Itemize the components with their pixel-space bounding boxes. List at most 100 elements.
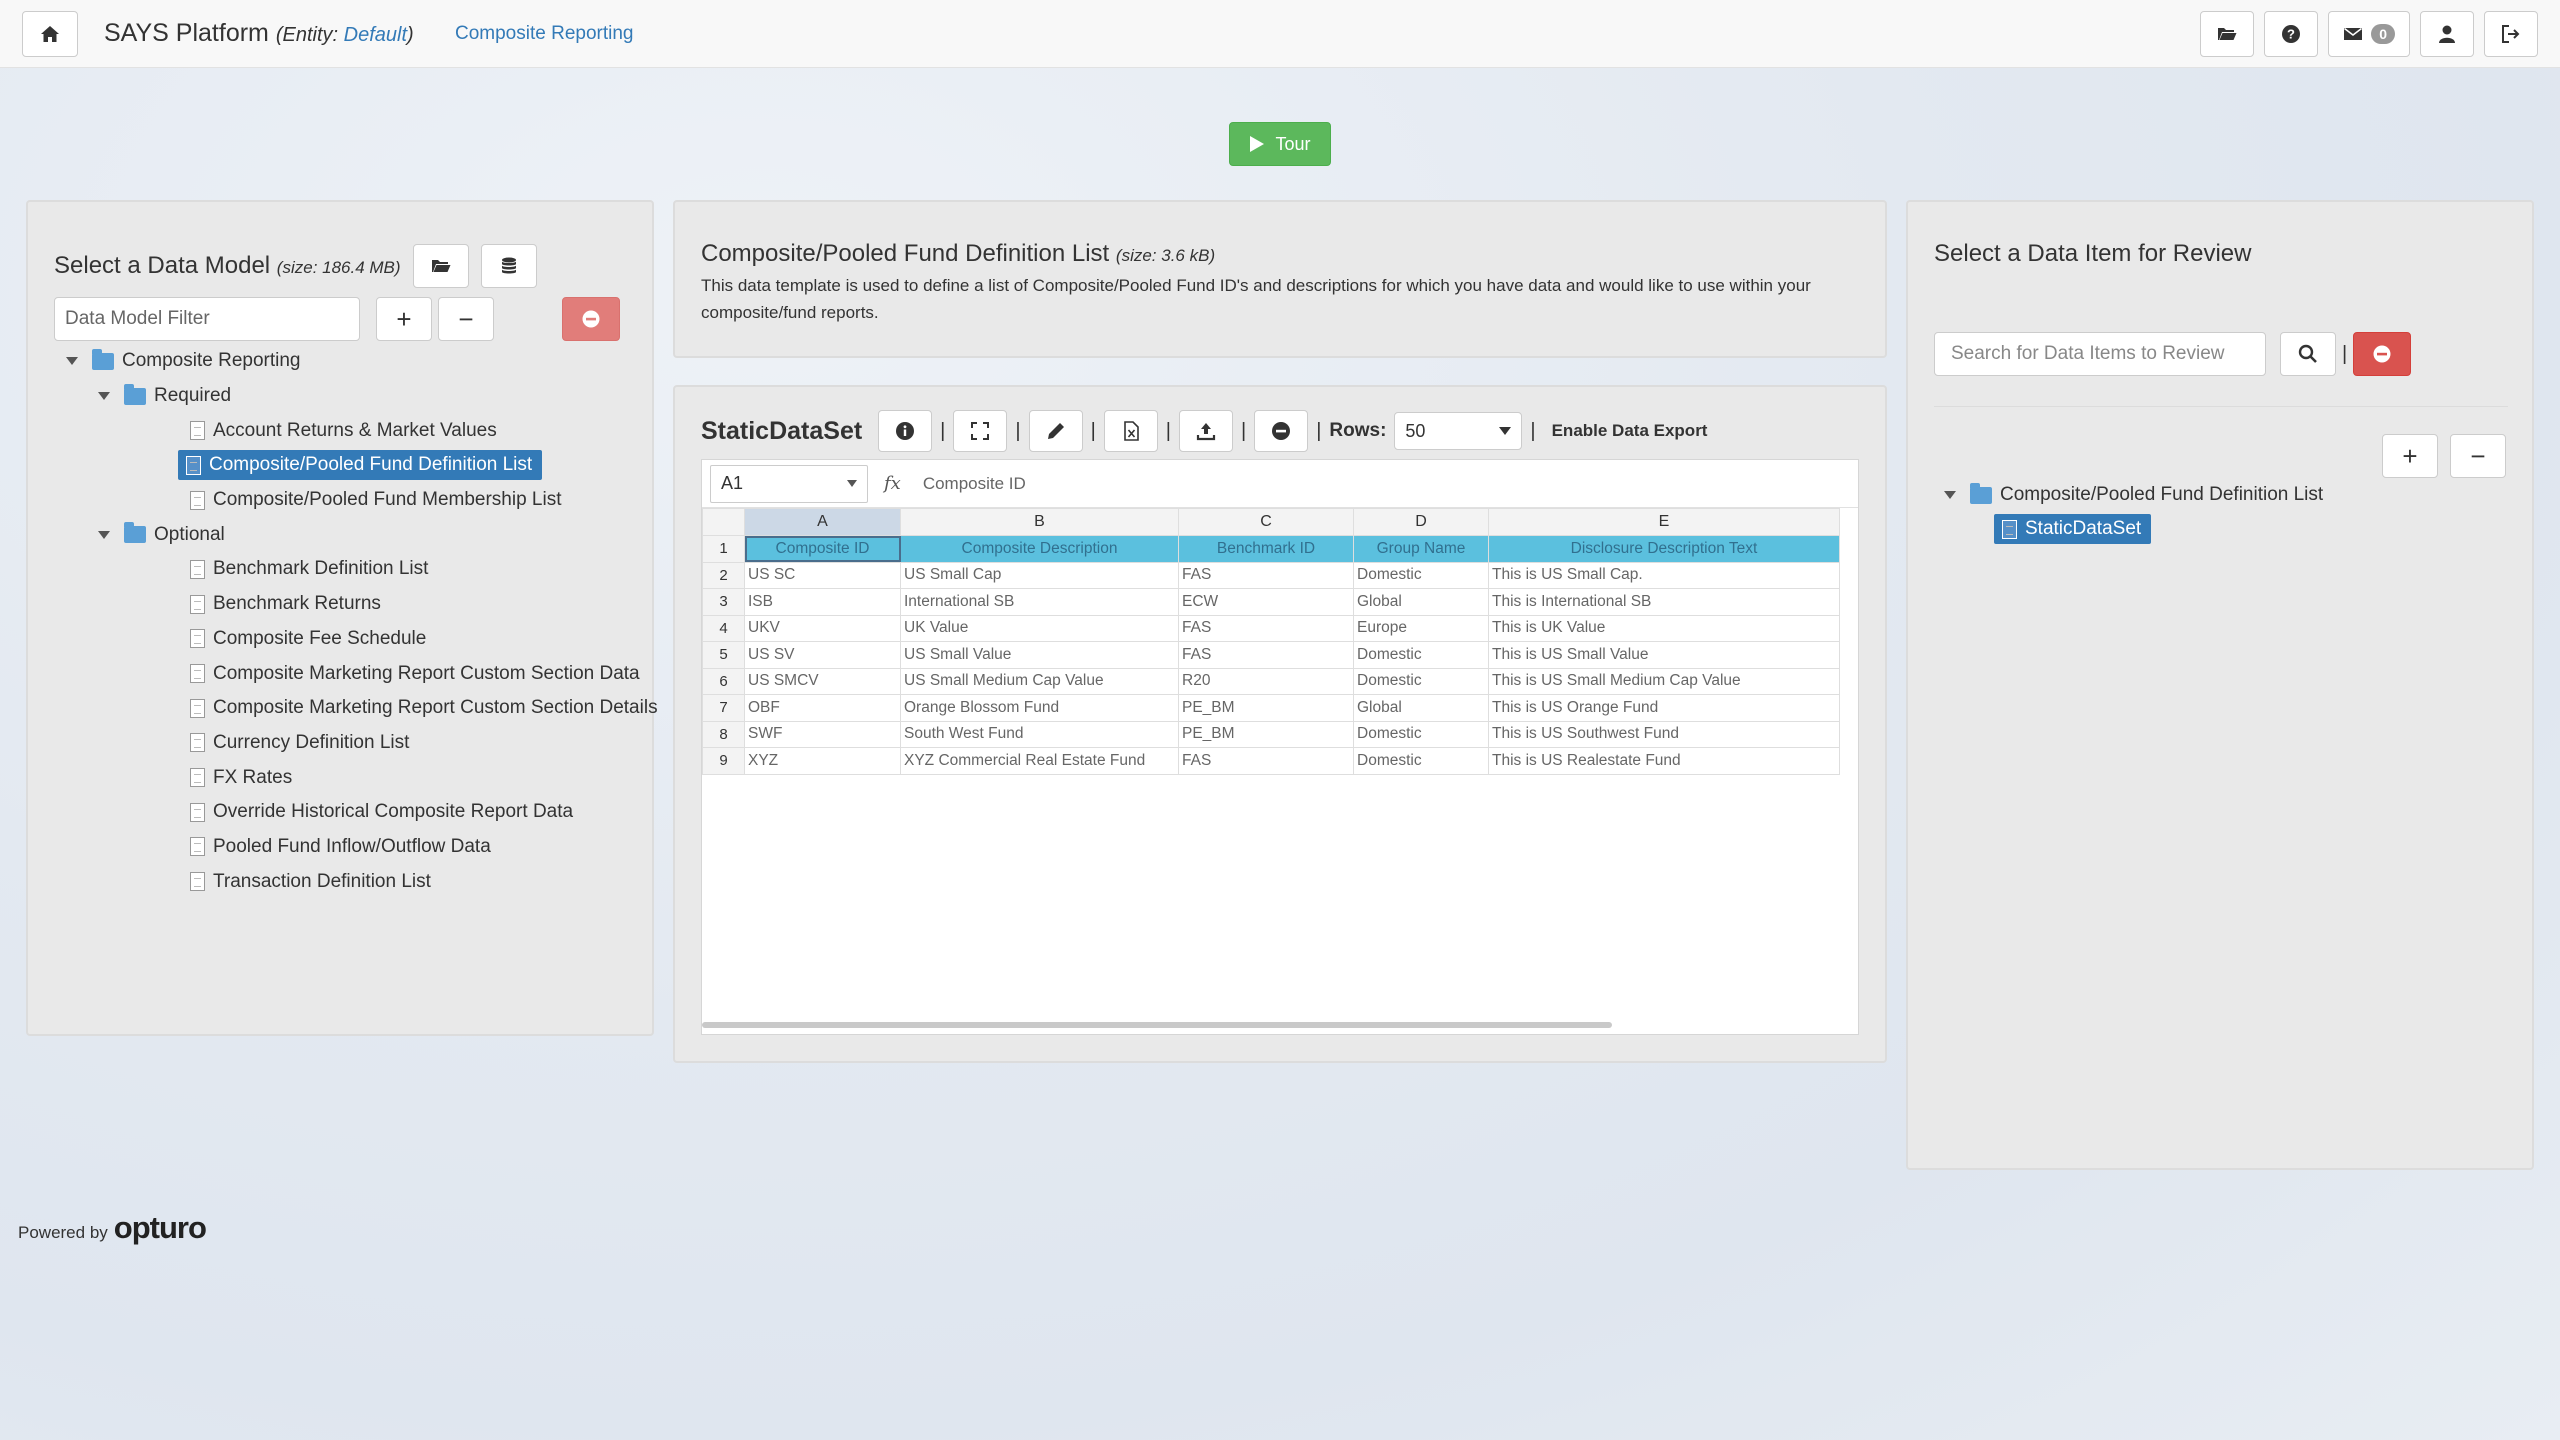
open-folder-button[interactable] [2200, 11, 2255, 57]
home-button[interactable] [22, 11, 78, 57]
grid-cell[interactable]: XYZ [744, 747, 901, 775]
grid-cell[interactable]: FAS [1178, 641, 1354, 669]
tree-item[interactable]: Pooled Fund Inflow/Outflow Data [54, 830, 658, 865]
review-tree-root[interactable]: Composite/Pooled Fund Definition List [1944, 478, 2323, 512]
grid-cell[interactable]: This is US Southwest Fund [1488, 720, 1840, 748]
grid-cell[interactable]: South West Fund [900, 720, 1179, 748]
grid-cell[interactable]: FAS [1178, 747, 1354, 775]
grid-cell[interactable]: ECW [1178, 588, 1354, 616]
rows-select[interactable]: 50 [1394, 412, 1523, 450]
nav-link-composite-reporting[interactable]: Composite Reporting [455, 23, 633, 45]
tree-item[interactable]: Composite Fee Schedule [54, 622, 658, 657]
tree-node-required[interactable]: Required [54, 379, 658, 414]
grid-cell[interactable]: Global [1353, 694, 1489, 722]
grid-cell[interactable]: SWF [744, 720, 901, 748]
spreadsheet[interactable]: A1 fx Composite ID A B C D E 1 Composite… [701, 459, 1859, 1035]
row-header[interactable]: 8 [702, 720, 745, 748]
grid-cell[interactable]: US Small Value [900, 641, 1179, 669]
corner-cell[interactable] [702, 508, 745, 536]
grid-cell[interactable]: XYZ Commercial Real Estate Fund [900, 747, 1179, 775]
clear-filter-button[interactable] [562, 297, 620, 341]
help-button[interactable]: ? [2264, 11, 2319, 57]
grid-cell[interactable]: This is US Small Value [1488, 641, 1840, 669]
column-header[interactable]: C [1178, 508, 1354, 536]
grid-cell[interactable]: R20 [1178, 667, 1354, 695]
horizontal-scrollbar[interactable] [702, 1022, 1612, 1028]
grid-cell[interactable]: ISB [744, 588, 901, 616]
collapse-all-button[interactable]: − [438, 297, 494, 341]
grid-cell[interactable]: US Small Cap [900, 561, 1179, 589]
grid-cell[interactable]: US SC [744, 561, 901, 589]
review-tree-item[interactable]: StaticDataSet [1944, 512, 2323, 546]
grid-cell[interactable]: This is International SB [1488, 588, 1840, 616]
grid-cell[interactable]: Composite ID [744, 535, 901, 563]
open-data-model-button[interactable] [412, 244, 469, 288]
grid-cell[interactable]: International SB [900, 588, 1179, 616]
messages-button[interactable]: 0 [2328, 11, 2410, 57]
selected-node[interactable]: StaticDataSet [1994, 514, 2152, 544]
row-header[interactable]: 5 [702, 641, 745, 669]
row-header[interactable]: 4 [702, 614, 745, 642]
caret-down-icon[interactable] [98, 530, 110, 539]
grid-cell[interactable]: FAS [1178, 561, 1354, 589]
column-header[interactable]: E [1488, 508, 1840, 536]
grid-cell[interactable]: Domestic [1353, 667, 1489, 695]
grid-cell[interactable]: Domestic [1353, 747, 1489, 775]
export-excel-button[interactable] [1103, 410, 1158, 452]
tree-item[interactable]: Benchmark Definition List [54, 552, 658, 587]
tree-item[interactable]: Composite Marketing Report Custom Sectio… [54, 656, 658, 691]
search-button[interactable] [2280, 332, 2336, 376]
enable-data-export-label[interactable]: Enable Data Export [1552, 421, 1708, 441]
tree-item[interactable]: Account Returns & Market Values [54, 413, 658, 448]
tree-item[interactable]: Composite/Pooled Fund Membership List [54, 483, 658, 518]
grid-cell[interactable]: This is UK Value [1488, 614, 1840, 642]
grid-cell[interactable]: This is US Realestate Fund [1488, 747, 1840, 775]
grid-cell[interactable]: This is US Small Medium Cap Value [1488, 667, 1840, 695]
grid-cell[interactable]: Domestic [1353, 720, 1489, 748]
caret-down-icon[interactable] [66, 357, 78, 366]
edit-button[interactable] [1028, 410, 1083, 452]
grid-cell[interactable]: OBF [744, 694, 901, 722]
grid-cell[interactable]: PE_BM [1178, 694, 1354, 722]
grid-cell[interactable]: PE_BM [1178, 720, 1354, 748]
grid-cell[interactable]: UKV [744, 614, 901, 642]
collapse-all-button[interactable]: − [2450, 434, 2506, 478]
selected-node[interactable]: Composite/Pooled Fund Definition List [178, 450, 543, 481]
grid-cell[interactable]: Global [1353, 588, 1489, 616]
grid-cell[interactable]: Domestic [1353, 641, 1489, 669]
database-button[interactable] [480, 244, 537, 288]
grid-cell[interactable]: Benchmark ID [1178, 535, 1354, 563]
tree-item-selected[interactable]: Composite/Pooled Fund Definition List [54, 448, 658, 483]
cell-reference-select[interactable]: A1 [710, 464, 868, 503]
expand-all-button[interactable]: + [2382, 434, 2438, 478]
row-header[interactable]: 9 [702, 747, 745, 775]
row-header[interactable]: 6 [702, 667, 745, 695]
tree-item[interactable]: Composite Marketing Report Custom Sectio… [54, 691, 658, 726]
tree-item[interactable]: Currency Definition List [54, 726, 658, 761]
info-button[interactable] [878, 410, 933, 452]
grid-cell[interactable]: Composite Description [900, 535, 1179, 563]
data-model-filter-input[interactable] [54, 297, 360, 341]
grid-cell[interactable]: Europe [1353, 614, 1489, 642]
grid-cell[interactable]: US SMCV [744, 667, 901, 695]
grid-cell[interactable]: Domestic [1353, 561, 1489, 589]
data-item-search-input[interactable] [1934, 332, 2266, 376]
row-header[interactable]: 3 [702, 588, 745, 616]
column-header[interactable]: D [1353, 508, 1489, 536]
grid-cell[interactable]: This is US Small Cap. [1488, 561, 1840, 589]
formula-input[interactable]: Composite ID [923, 474, 1026, 494]
grid-cell[interactable]: UK Value [900, 614, 1179, 642]
tree-item[interactable]: Benchmark Returns [54, 587, 658, 622]
tree-item[interactable]: Transaction Definition List [54, 864, 658, 899]
caret-down-icon[interactable] [1944, 491, 1956, 499]
upload-button[interactable] [1178, 410, 1233, 452]
user-profile-button[interactable] [2420, 11, 2474, 57]
grid-cell[interactable]: FAS [1178, 614, 1354, 642]
clear-search-button[interactable] [2353, 332, 2412, 376]
remove-dataset-button[interactable] [1254, 410, 1309, 452]
grid-cell[interactable]: Orange Blossom Fund [900, 694, 1179, 722]
tree-node-root[interactable]: Composite Reporting [54, 344, 658, 379]
grid-cell[interactable]: This is US Orange Fund [1488, 694, 1840, 722]
column-header[interactable]: B [900, 508, 1179, 536]
tree-item[interactable]: Override Historical Composite Report Dat… [54, 795, 658, 830]
